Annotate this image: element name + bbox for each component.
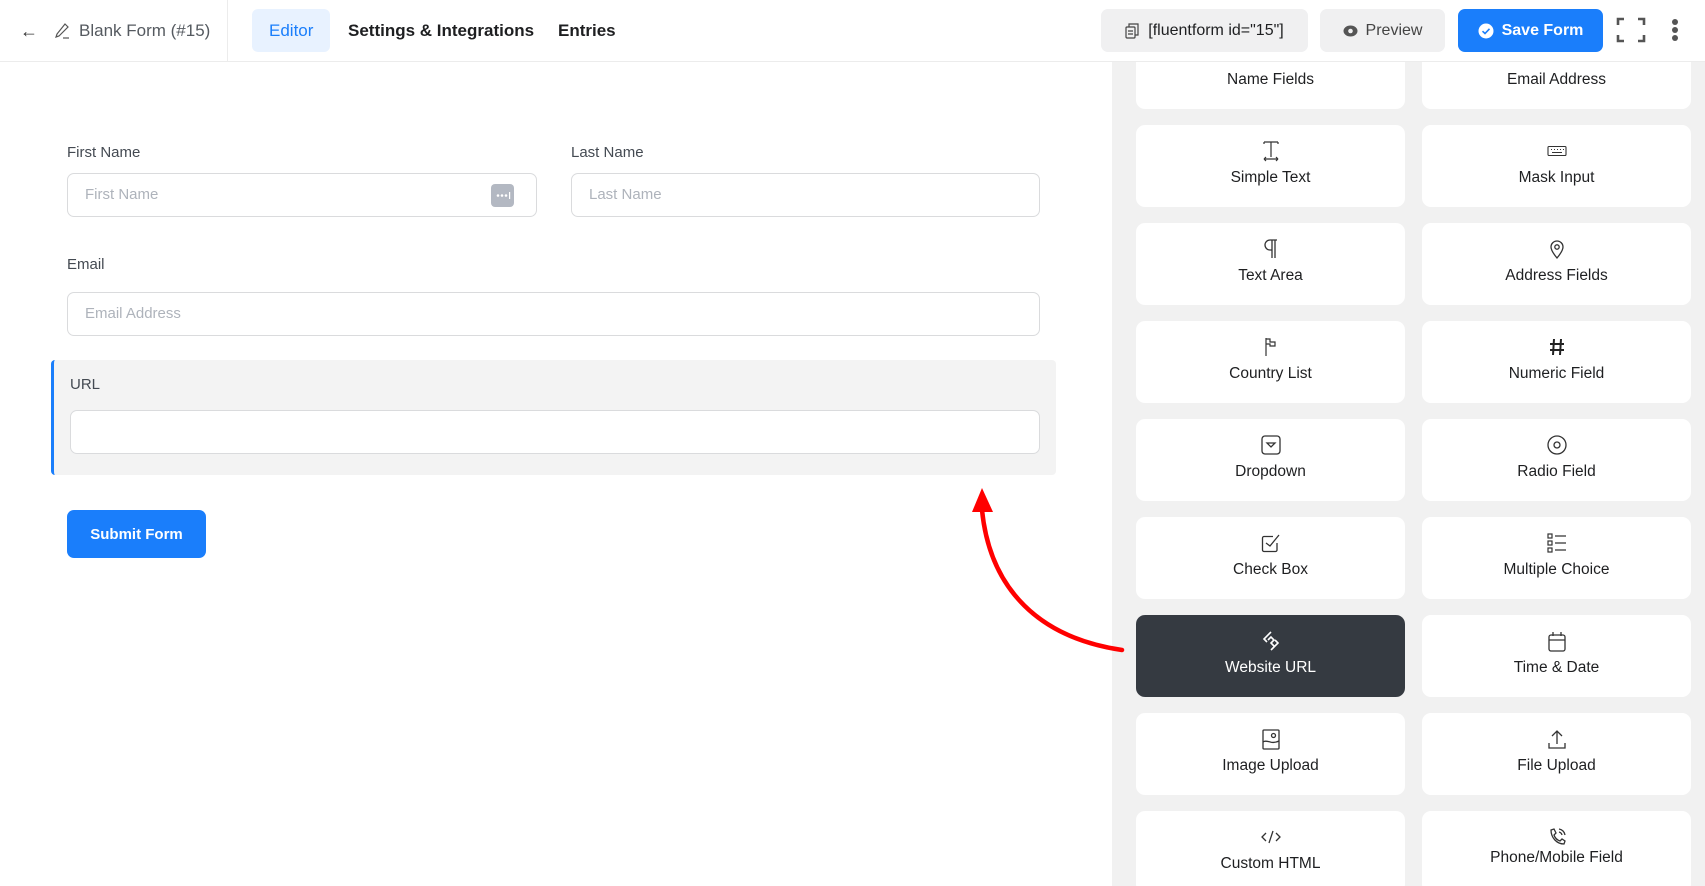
shortcode-text: [fluentform id="15"] xyxy=(1148,21,1284,39)
field-card-address-fields[interactable]: Address Fields xyxy=(1422,223,1691,305)
tab-editor[interactable]: Editor xyxy=(252,9,331,52)
preview-button[interactable]: Preview xyxy=(1320,9,1445,52)
field-card-custom-html[interactable]: Custom HTML xyxy=(1136,811,1405,886)
phone-icon xyxy=(1549,828,1566,845)
field-card-radio-field[interactable]: Radio Field xyxy=(1422,419,1691,501)
copy-icon xyxy=(1125,22,1139,39)
card-label: Check Box xyxy=(1233,561,1308,578)
form-title-area: ← Blank Form (#15) xyxy=(0,0,228,62)
eye-icon xyxy=(1343,25,1358,36)
first-name-input[interactable]: First Name xyxy=(67,173,537,217)
input-fields-panel: Name Fields Email Address Simple Text Ma… xyxy=(1112,62,1705,886)
field-card-image-upload[interactable]: Image Upload xyxy=(1136,713,1405,795)
check-circle-icon xyxy=(1478,23,1494,38)
email-input[interactable]: Email Address xyxy=(67,292,1040,336)
more-vertical-icon[interactable] xyxy=(1668,17,1682,43)
upload-icon xyxy=(1547,729,1566,749)
first-name-label: First Name xyxy=(67,144,141,161)
save-form-label: Save Form xyxy=(1501,21,1584,39)
card-label: Phone/Mobile Field xyxy=(1490,849,1623,866)
keyboard-helper-icon[interactable] xyxy=(491,184,514,207)
flag-icon xyxy=(1264,338,1276,356)
code-icon xyxy=(1260,830,1281,844)
url-label: URL xyxy=(70,376,101,393)
card-label: Radio Field xyxy=(1517,463,1596,480)
field-card-mask-input[interactable]: Mask Input xyxy=(1422,125,1691,207)
text-cursor-icon xyxy=(1262,141,1279,162)
card-label: Dropdown xyxy=(1235,463,1306,480)
card-label: Email Address xyxy=(1506,71,1607,88)
paragraph-icon xyxy=(1263,239,1277,258)
email-label: Email xyxy=(67,256,105,273)
field-card-multiple-choice[interactable]: Multiple Choice xyxy=(1422,517,1691,599)
map-pin-icon xyxy=(1549,240,1564,259)
shortcode-button[interactable]: [fluentform id="15"] xyxy=(1101,9,1308,52)
field-card-email-address[interactable]: Email Address xyxy=(1422,62,1691,109)
list-icon xyxy=(1546,533,1566,553)
card-label: Country List xyxy=(1229,365,1312,382)
card-label: Numeric Field xyxy=(1508,365,1605,382)
field-card-dropdown[interactable]: Dropdown xyxy=(1136,419,1405,501)
arrow-left-icon[interactable]: ← xyxy=(18,18,40,44)
field-card-simple-text[interactable]: Simple Text xyxy=(1136,125,1405,207)
last-name-input[interactable]: Last Name xyxy=(571,173,1040,217)
field-card-time-date[interactable]: Time & Date xyxy=(1422,615,1691,697)
preview-label: Preview xyxy=(1365,21,1423,39)
card-label: File Upload xyxy=(1517,757,1596,774)
field-card-text-area[interactable]: Text Area xyxy=(1136,223,1405,305)
field-card-check-box[interactable]: Check Box xyxy=(1136,517,1405,599)
hash-icon xyxy=(1549,338,1564,356)
image-icon xyxy=(1261,728,1280,750)
submit-form-button[interactable]: Submit Form xyxy=(67,510,206,558)
card-label: Name Fields xyxy=(1227,71,1314,88)
card-label: Website URL xyxy=(1224,659,1317,676)
card-label: Mask Input xyxy=(1518,169,1595,186)
calendar-icon xyxy=(1547,631,1566,652)
card-label: Time & Date xyxy=(1513,659,1600,676)
save-form-button[interactable]: Save Form xyxy=(1458,9,1603,52)
top-bar: ← Blank Form (#15) Editor Settings & Int… xyxy=(0,0,1705,62)
last-name-label: Last Name xyxy=(571,144,644,161)
link-icon xyxy=(1262,631,1279,651)
card-label: Multiple Choice xyxy=(1503,561,1610,578)
card-label: Custom HTML xyxy=(1220,855,1321,872)
form-title: Blank Form (#15) xyxy=(79,21,211,40)
checkbox-icon xyxy=(1261,534,1280,553)
card-label: Image Upload xyxy=(1222,757,1319,774)
field-card-file-upload[interactable]: File Upload xyxy=(1422,713,1691,795)
card-label: Address Fields xyxy=(1505,267,1608,284)
radio-icon xyxy=(1546,435,1567,455)
tab-settings-integrations[interactable]: Settings & Integrations xyxy=(331,9,551,52)
field-card-website-url[interactable]: Website URL xyxy=(1136,615,1405,697)
card-label: Simple Text xyxy=(1230,169,1311,186)
tab-entries[interactable]: Entries xyxy=(541,9,633,52)
form-editor-canvas: First Name First Name Last Name Last Nam… xyxy=(0,62,1112,886)
url-input[interactable] xyxy=(70,410,1040,454)
keyboard-icon xyxy=(1546,145,1567,157)
field-card-country-list[interactable]: Country List xyxy=(1136,321,1405,403)
dropdown-icon xyxy=(1260,435,1281,455)
pencil-icon[interactable] xyxy=(54,22,70,40)
fullscreen-icon[interactable] xyxy=(1616,17,1646,43)
field-card-name-fields[interactable]: Name Fields xyxy=(1136,62,1405,109)
field-card-numeric-field[interactable]: Numeric Field xyxy=(1422,321,1691,403)
card-label: Text Area xyxy=(1238,267,1303,284)
field-card-phone-mobile[interactable]: Phone/Mobile Field xyxy=(1422,811,1691,886)
